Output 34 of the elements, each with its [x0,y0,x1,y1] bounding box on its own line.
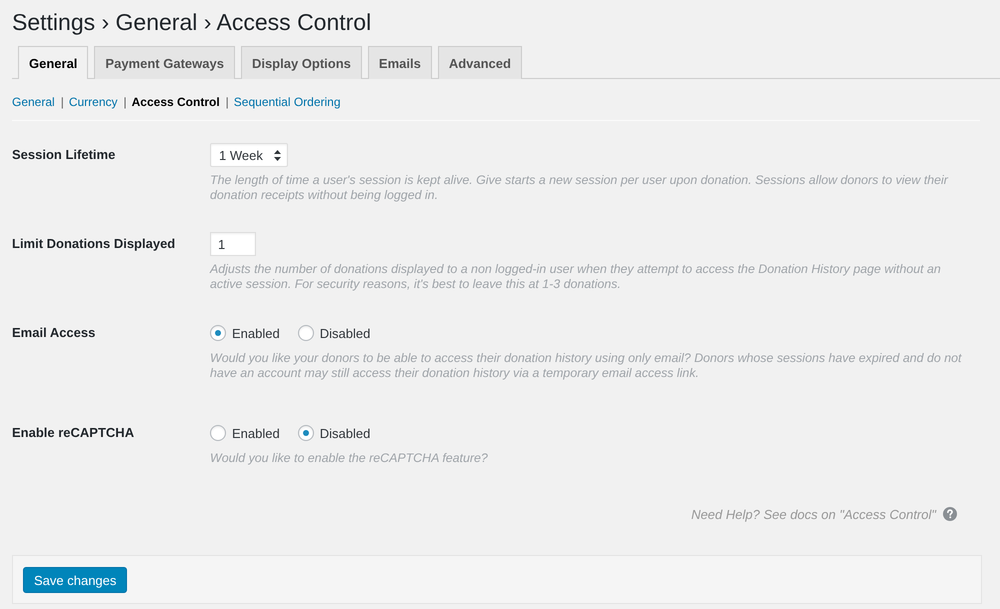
up-down-arrows-icon [274,150,281,160]
tab[interactable]: Emails [368,46,432,79]
tab[interactable]: Display Options [240,46,362,79]
section-link[interactable]: Currency [68,94,118,110]
setting-description: Would you like to enable the reCAPTCHA feature? [210,451,489,466]
tab[interactable]: Advanced [438,46,522,79]
tab[interactable]: General [18,46,88,79]
radio-label[interactable]: Disabled [320,326,370,340]
separator: | [226,94,229,110]
tab[interactable]: Payment Gateways [94,46,235,79]
radio-button[interactable] [298,425,314,441]
radio-button[interactable] [210,325,226,341]
help-icon[interactable] [943,507,957,521]
save-button[interactable]: Save changes [23,567,128,593]
separator: | [60,94,64,110]
radio-button[interactable] [210,425,226,441]
setting-description: Adjusts the number of donations displayed to a non logged-in user when they attempt to access the Donation History page without an active session. For security reasons, it's best to leave this at 1-3 donations. [210,262,942,292]
section-link[interactable]: General [12,94,55,110]
setting-label: Email Access [12,324,96,342]
separator: | [124,94,127,110]
radio-label[interactable]: Disabled [320,426,370,440]
number-input[interactable]: 1 [210,232,256,256]
page-title: Settings › General › Access Control [12,8,372,37]
section-link[interactable]: Sequential Ordering [234,94,341,110]
section-link[interactable]: Access Control [132,94,220,110]
session-lifetime-select[interactable]: 1 Week [210,143,288,167]
setting-description: The length of time a user's session is kept alive. Give starts a new session per user upon donation. Sessions allow donors to view their donation receipts without being logged in. [210,173,950,203]
setting-label: Session Lifetime [12,146,116,164]
radio-label[interactable]: Enabled [232,426,280,440]
setting-label: Enable reCAPTCHA [12,424,134,442]
setting-description: Would you like your donors to be able to access their donation history using only email? Donors whose sessions have expired and do not have an account may still access their donation history via a temporary email access link. [210,351,963,381]
radio-label[interactable]: Enabled [232,326,280,340]
setting-label: Limit Donations Displayed [12,235,176,253]
radio-button[interactable] [298,325,314,341]
